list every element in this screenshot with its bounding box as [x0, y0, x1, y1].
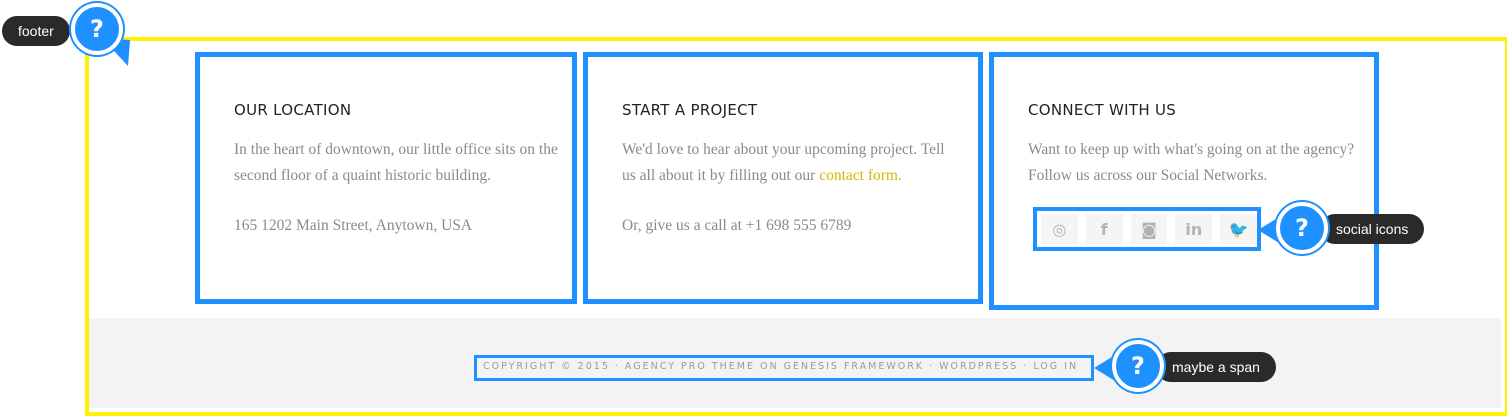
widget-connect: CONNECT WITH US Want to keep up with wha… [989, 52, 1379, 310]
address-text: 165 1202 Main Street, Anytown, USA [234, 217, 473, 234]
twitter-icon[interactable]: 🐦 [1220, 214, 1257, 244]
annotation-footer-label: footer [2, 16, 70, 46]
widget-text: In the heart of downtown, our little off… [234, 141, 558, 184]
question-icon: ? [1276, 202, 1328, 254]
phone-text: Or, give us a call at +1 698 555 6789 [622, 217, 852, 234]
widget-text: We'd love to hear about your upcoming pr… [622, 137, 952, 189]
widget-text: Want to keep up with what's going on at … [1028, 141, 1355, 184]
social-icons: ◎ f ◙ in 🐦 [1033, 207, 1261, 251]
widget-title: START A PROJECT [622, 101, 758, 119]
widget-title: CONNECT WITH US [1028, 101, 1177, 119]
annotation-social-label: social icons [1320, 214, 1425, 244]
dribbble-icon[interactable]: ◎ [1041, 214, 1078, 244]
facebook-icon[interactable]: f [1085, 214, 1123, 244]
widget-start-project: START A PROJECT We'd love to hear about … [583, 52, 983, 304]
question-icon: ? [1112, 340, 1164, 392]
widget-title: OUR LOCATION [234, 101, 352, 119]
copyright-text: COPYRIGHT © 2015 · AGENCY PRO THEME ON G… [474, 355, 1094, 381]
question-icon: ? [71, 3, 123, 55]
contact-form-link[interactable]: contact form. [819, 167, 902, 184]
annotation-span-label: maybe a span [1156, 352, 1276, 382]
linkedin-icon[interactable]: in [1175, 214, 1213, 244]
widget-our-location: OUR LOCATION In the heart of downtown, o… [195, 52, 577, 304]
instagram-icon[interactable]: ◙ [1130, 214, 1168, 244]
